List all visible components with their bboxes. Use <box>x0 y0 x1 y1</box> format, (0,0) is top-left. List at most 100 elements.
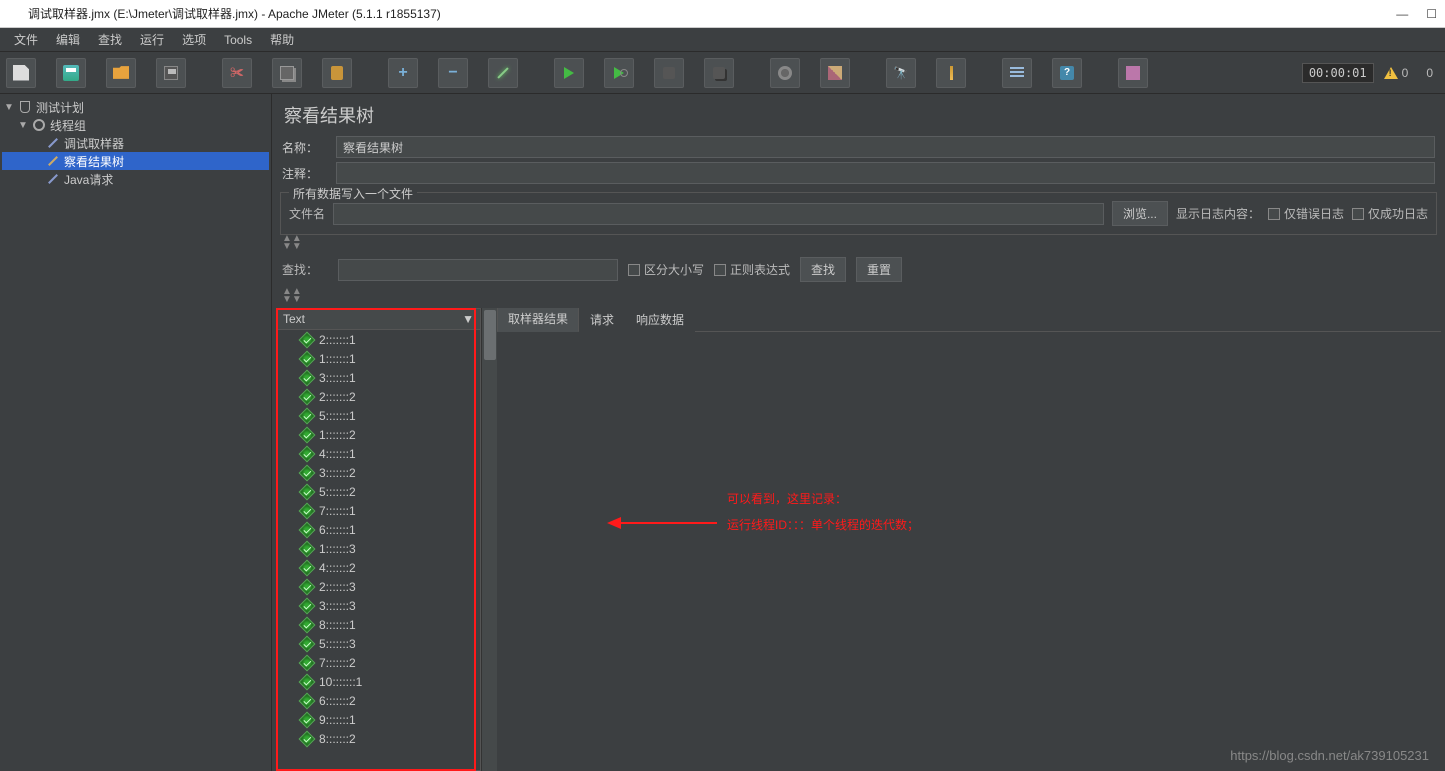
save-icon <box>164 66 178 80</box>
renderer-select[interactable]: Text ▼ <box>276 308 481 330</box>
paste-button[interactable] <box>322 58 352 88</box>
tree-toggle-icon[interactable]: ▼ <box>4 102 14 113</box>
menu-run[interactable]: 运行 <box>132 28 172 51</box>
filename-input[interactable] <box>333 203 1104 225</box>
result-row[interactable]: 1:::::::3 <box>277 539 480 558</box>
result-row[interactable]: 1:::::::1 <box>277 349 480 368</box>
result-row[interactable]: 10:::::::1 <box>277 672 480 691</box>
tab-request[interactable]: 请求 <box>579 308 625 332</box>
case-sensitive-checkbox[interactable]: 区分大小写 <box>628 261 704 278</box>
stop-button[interactable] <box>654 58 684 88</box>
tab-response-data[interactable]: 响应数据 <box>625 308 695 332</box>
save-button[interactable] <box>156 58 186 88</box>
result-label: 5:::::::3 <box>319 637 356 651</box>
result-row[interactable]: 5:::::::2 <box>277 482 480 501</box>
result-label: 2:::::::2 <box>319 390 356 404</box>
tree-item-view-results[interactable]: 察看结果树 <box>64 153 124 170</box>
browse-button[interactable]: 浏览... <box>1112 201 1168 226</box>
result-row[interactable]: 1:::::::2 <box>277 425 480 444</box>
success-icon <box>299 331 316 348</box>
help-icon: ? <box>1060 66 1074 80</box>
menu-edit[interactable]: 编辑 <box>48 28 88 51</box>
new-button[interactable] <box>6 58 36 88</box>
result-label: 4:::::::2 <box>319 561 356 575</box>
result-row[interactable]: 5:::::::1 <box>277 406 480 425</box>
success-icon <box>299 445 316 462</box>
log-display-label: 显示日志内容： <box>1176 205 1260 222</box>
reset-search-button[interactable]: 重置 <box>856 257 902 282</box>
templates-icon <box>63 65 79 81</box>
toggle-button[interactable] <box>488 58 518 88</box>
search-input[interactable] <box>338 259 618 281</box>
result-row[interactable]: 5:::::::3 <box>277 634 480 653</box>
scrollbar[interactable] <box>481 308 497 771</box>
result-label: 1:::::::3 <box>319 542 356 556</box>
result-label: 1:::::::1 <box>319 352 356 366</box>
result-row[interactable]: 8:::::::2 <box>277 729 480 748</box>
collapse-handle-top[interactable]: ▲▲▼▼ <box>276 235 1441 251</box>
menu-file[interactable]: 文件 <box>6 28 46 51</box>
shutdown-button[interactable] <box>704 58 734 88</box>
result-label: 9:::::::1 <box>319 713 356 727</box>
result-row[interactable]: 3:::::::2 <box>277 463 480 482</box>
do-search-button[interactable]: 查找 <box>800 257 846 282</box>
only-error-checkbox[interactable]: 仅错误日志 <box>1268 205 1344 222</box>
reset-search-button[interactable] <box>936 58 966 88</box>
comment-input[interactable] <box>336 162 1435 184</box>
search-button[interactable]: 🔭 <box>886 58 916 88</box>
result-row[interactable]: 3:::::::3 <box>277 596 480 615</box>
help-button[interactable]: ? <box>1052 58 1082 88</box>
menu-bar: 文件 编辑 查找 运行 选项 Tools 帮助 <box>0 28 1445 52</box>
clear-icon <box>778 66 792 80</box>
menu-tools[interactable]: Tools <box>216 30 260 50</box>
clear-all-button[interactable] <box>820 58 850 88</box>
success-icon <box>299 521 316 538</box>
cut-button[interactable]: ✀ <box>222 58 252 88</box>
test-plan-tree[interactable]: ▼ 测试计划 ▼ 线程组 调试取样器 察看结果树 Java请求 <box>0 94 272 771</box>
tree-item-java-request[interactable]: Java请求 <box>64 171 113 188</box>
start-notimers-button[interactable] <box>604 58 634 88</box>
test-icon <box>1126 66 1140 80</box>
open-button[interactable] <box>106 58 136 88</box>
menu-search[interactable]: 查找 <box>90 28 130 51</box>
regex-checkbox[interactable]: 正则表达式 <box>714 261 790 278</box>
only-success-checkbox[interactable]: 仅成功日志 <box>1352 205 1428 222</box>
result-row[interactable]: 4:::::::2 <box>277 558 480 577</box>
menu-options[interactable]: 选项 <box>174 28 214 51</box>
result-row[interactable]: 2:::::::1 <box>277 330 480 349</box>
maximize-button[interactable]: ☐ <box>1426 7 1437 21</box>
result-row[interactable]: 8:::::::1 <box>277 615 480 634</box>
success-icon <box>299 350 316 367</box>
collapse-handle-bottom[interactable]: ▲▲▼▼ <box>276 288 1441 304</box>
minimize-button[interactable]: — <box>1396 7 1408 21</box>
menu-help[interactable]: 帮助 <box>262 28 302 51</box>
result-row[interactable]: 3:::::::1 <box>277 368 480 387</box>
watermark-text: https://blog.csdn.net/ak739105231 <box>1230 748 1429 763</box>
collapse-button[interactable]: − <box>438 58 468 88</box>
result-row[interactable]: 2:::::::3 <box>277 577 480 596</box>
tab-sampler-result[interactable]: 取样器结果 <box>497 308 579 332</box>
list-icon <box>1010 67 1024 79</box>
start-button[interactable] <box>554 58 584 88</box>
results-list[interactable]: 2:::::::11:::::::13:::::::12:::::::25:::… <box>276 330 481 771</box>
warning-icon[interactable] <box>1384 67 1398 79</box>
tree-group-label[interactable]: 线程组 <box>50 117 86 134</box>
tree-root-label[interactable]: 测试计划 <box>36 99 84 116</box>
copy-button[interactable] <box>272 58 302 88</box>
templates-button[interactable] <box>56 58 86 88</box>
result-row[interactable]: 2:::::::2 <box>277 387 480 406</box>
result-row[interactable]: 7:::::::1 <box>277 501 480 520</box>
play-icon <box>564 67 574 79</box>
tree-item-debug-sampler[interactable]: 调试取样器 <box>64 135 124 152</box>
test-button[interactable] <box>1118 58 1148 88</box>
expand-button[interactable]: + <box>388 58 418 88</box>
result-row[interactable]: 6:::::::2 <box>277 691 480 710</box>
result-row[interactable]: 7:::::::2 <box>277 653 480 672</box>
result-row[interactable]: 6:::::::1 <box>277 520 480 539</box>
result-row[interactable]: 9:::::::1 <box>277 710 480 729</box>
tree-toggle-icon[interactable]: ▼ <box>18 120 28 131</box>
clear-button[interactable] <box>770 58 800 88</box>
name-input[interactable] <box>336 136 1435 158</box>
function-helper-button[interactable] <box>1002 58 1032 88</box>
result-row[interactable]: 4:::::::1 <box>277 444 480 463</box>
